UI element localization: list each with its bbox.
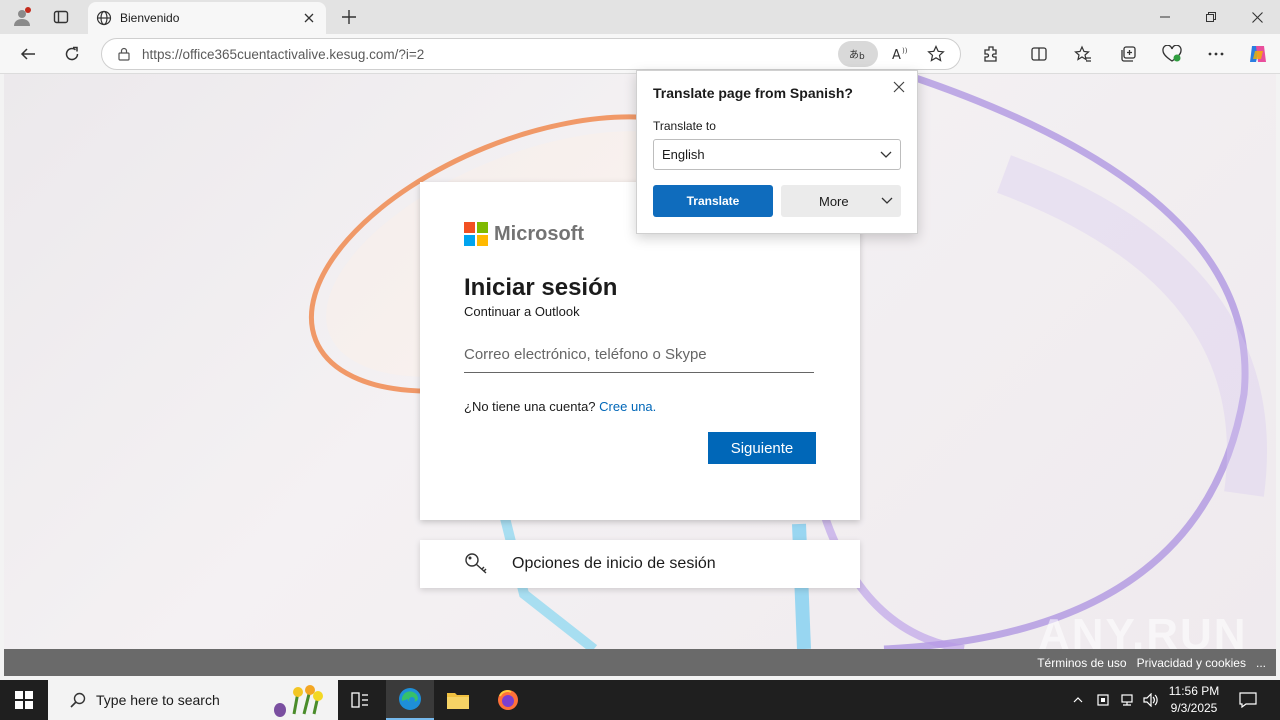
lock-icon[interactable] <box>116 47 132 61</box>
back-button[interactable] <box>12 38 44 70</box>
translate-icon[interactable]: あb <box>838 41 878 67</box>
minimize-button[interactable] <box>1142 0 1188 34</box>
clock-date: 9/3/2025 <box>1170 701 1218 715</box>
translate-popup: Translate page from Spanish? Translate t… <box>636 70 918 234</box>
favorite-star-icon[interactable] <box>918 41 954 67</box>
active-tab[interactable]: Bienvenido <box>88 2 326 34</box>
svg-text:A: A <box>892 48 901 62</box>
url-text: https://office365cuentactivalive.kesug.c… <box>142 46 425 62</box>
file-explorer-icon[interactable] <box>434 680 482 720</box>
no-account-text: ¿No tiene una cuenta? <box>464 399 596 414</box>
new-tab-icon[interactable] <box>336 5 362 29</box>
start-button[interactable] <box>0 680 48 720</box>
notification-icon[interactable] <box>1228 680 1268 720</box>
ms-logo-yellow-square <box>477 235 488 246</box>
browser-essentials-button[interactable] <box>1156 38 1188 70</box>
search-icon <box>70 692 86 708</box>
firefox-icon[interactable] <box>484 680 532 720</box>
svg-text:)): )) <box>902 47 908 55</box>
footer-more-link[interactable]: ... <box>1256 656 1266 670</box>
extensions-button[interactable] <box>975 38 1007 70</box>
selected-language: English <box>662 147 705 162</box>
search-placeholder: Type here to search <box>96 692 220 708</box>
browser-toolbar: https://office365cuentactivalive.kesug.c… <box>0 34 1280 74</box>
ms-logo-blue-square <box>464 235 475 246</box>
language-select[interactable]: English <box>653 139 901 170</box>
read-aloud-icon[interactable]: A)) <box>882 41 918 67</box>
close-popup-icon[interactable] <box>889 77 909 97</box>
more-options-button[interactable]: More <box>781 185 901 217</box>
close-window-button[interactable] <box>1234 0 1280 34</box>
signin-heading: Iniciar sesión <box>464 274 618 301</box>
search-highlight-flowers-icon <box>260 682 332 718</box>
close-tab-icon[interactable] <box>298 7 320 29</box>
windows-taskbar: Type here to search 11:56 PM 9/3/2025 <box>0 680 1280 720</box>
terms-link[interactable]: Términos de uso <box>1037 656 1126 670</box>
chevron-down-icon <box>880 151 892 159</box>
taskbar-search[interactable]: Type here to search <box>48 680 338 720</box>
brand-name: Microsoft <box>494 222 584 245</box>
svg-text:あ: あ <box>849 49 859 61</box>
ms-logo-red-square <box>464 222 475 233</box>
signin-options-button[interactable]: Opciones de inicio de sesión <box>420 540 860 588</box>
profile-icon[interactable] <box>8 5 36 29</box>
translate-to-label: Translate to <box>653 119 716 133</box>
next-button[interactable]: Siguiente <box>708 432 816 464</box>
volume-icon[interactable] <box>1140 680 1162 720</box>
taskbar-clock[interactable]: 11:56 PM 9/3/2025 <box>1166 683 1222 717</box>
signin-subheading: Continuar a Outlook <box>464 304 580 319</box>
key-icon <box>464 552 490 576</box>
copilot-icon[interactable] <box>1242 38 1274 70</box>
no-account-row: ¿No tiene una cuenta? Cree una. <box>464 399 816 414</box>
network-icon[interactable] <box>1116 680 1138 720</box>
page-footer: Términos de uso Privacidad y cookies ... <box>4 649 1276 676</box>
task-view-icon[interactable] <box>336 680 384 720</box>
show-hidden-icons-chevron[interactable] <box>1068 680 1088 720</box>
collections-button[interactable] <box>1112 38 1144 70</box>
browser-titlebar: Bienvenido <box>0 0 1280 34</box>
more-menu-button[interactable] <box>1200 38 1232 70</box>
favorites-button[interactable] <box>1067 38 1099 70</box>
split-screen-button[interactable] <box>1023 38 1055 70</box>
signin-options-label: Opciones de inicio de sesión <box>512 555 716 572</box>
create-account-link[interactable]: Cree una. <box>599 399 656 414</box>
svg-text:b: b <box>859 52 865 61</box>
anyrun-watermark: ANY.RUN <box>1038 610 1248 649</box>
email-input[interactable] <box>464 337 814 373</box>
tab-title: Bienvenido <box>120 11 180 25</box>
clock-time: 11:56 PM <box>1168 684 1220 698</box>
address-bar[interactable]: https://office365cuentactivalive.kesug.c… <box>101 38 961 70</box>
tab-actions-icon[interactable] <box>48 5 74 29</box>
privacy-link[interactable]: Privacidad y cookies <box>1137 656 1246 670</box>
ms-logo-green-square <box>477 222 488 233</box>
translate-popup-title: Translate page from Spanish? <box>653 85 853 101</box>
restore-button[interactable] <box>1188 0 1234 34</box>
chevron-down-icon <box>881 197 893 205</box>
security-tray-icon[interactable] <box>1092 680 1114 720</box>
edge-taskbar-icon[interactable] <box>386 680 434 720</box>
globe-icon <box>96 10 112 26</box>
more-options-label: More <box>819 193 849 209</box>
translate-button[interactable]: Translate <box>653 185 773 217</box>
refresh-button[interactable] <box>56 38 88 70</box>
